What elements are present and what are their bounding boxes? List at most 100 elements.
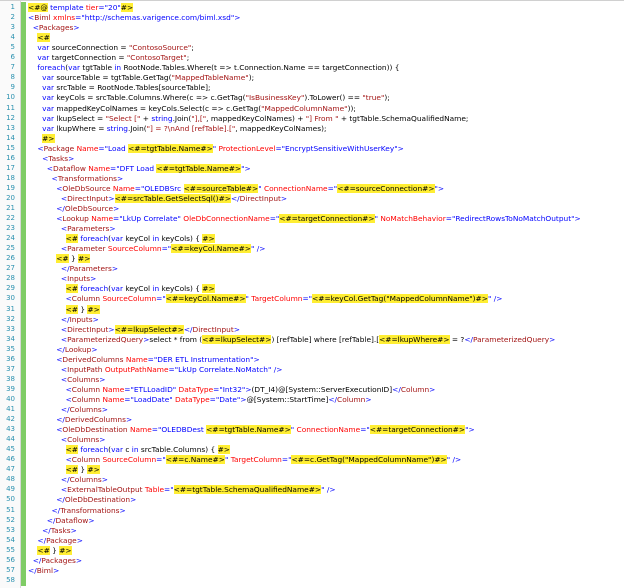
code-token: "LoadDate" (130, 394, 173, 404)
code-token: "ContosoSource" (128, 43, 192, 53)
code-token: Transformations (60, 505, 120, 515)
code-token: Columns (69, 405, 102, 414)
code-token: > (75, 555, 83, 565)
code-token: < (28, 485, 68, 495)
code-token: } (49, 545, 60, 555)
code-token: var (42, 93, 55, 103)
code-token: </ (328, 394, 338, 404)
code-token: sourceTable = tgtTable.GetTag( (54, 73, 172, 83)
code-token: "LkUp Correlate" (119, 214, 181, 224)
code-token: ConnectionName (261, 183, 328, 193)
code-token: xmlns (50, 13, 76, 23)
code-token: < (28, 153, 49, 163)
code-token: sourceConnection = (49, 43, 129, 53)
code-token: > (73, 23, 80, 33)
code-line[interactable]: 58 (0, 575, 624, 586)
code-token: "MappedColumnName" (261, 103, 348, 113)
code-token: keyCol (123, 284, 153, 294)
code-token: DerivedColumns (64, 415, 126, 425)
code-token: "OLEDBSrc (140, 183, 184, 193)
code-token: OleDbSource (62, 183, 111, 193)
code-token: </ (28, 475, 70, 485)
code-token: string (151, 113, 173, 123)
code-token: Dataflow (53, 163, 86, 173)
template-directive: #> (87, 465, 100, 475)
code-token: > (125, 415, 133, 425)
code-token: </ (28, 415, 65, 425)
code-token: > (88, 515, 95, 525)
code-token: Table (142, 485, 165, 495)
code-token: "] = ?\nAnd [refTable].[" (146, 123, 236, 133)
code-token: > (90, 274, 97, 284)
code-token: Name (100, 384, 125, 394)
code-token: /> (450, 455, 462, 465)
code-token: ExternalTableOutput (67, 485, 143, 495)
code-token: "],[" (191, 113, 207, 123)
code-token: > (574, 214, 581, 224)
code-token: </ (28, 505, 61, 515)
code-token: Column (71, 455, 101, 465)
code-token: c (123, 445, 132, 455)
code-token: > (429, 384, 436, 394)
code-token: < (28, 384, 72, 394)
template-directive: <# (65, 234, 78, 244)
code-token: mappedKeyColNames = keyCols.Select(c => … (54, 103, 262, 113)
code-token: "http://schemas.varigence.com/biml.xsd" (81, 13, 235, 23)
code-token: > (101, 475, 108, 485)
code-token: srcTable.Columns) { (138, 445, 218, 455)
code-editor[interactable]: 1 <#@ template tier="20"#> 2 <Biml xmlns="h… (0, 0, 624, 588)
code-token: < (28, 163, 53, 173)
code-token: </ (183, 324, 193, 334)
code-token: lkupSelect = (54, 113, 106, 123)
code-token: NoMatchBehavior (377, 214, 446, 224)
code-token: tier (85, 3, 99, 12)
code-token: keyCols = srcTable.Columns.Where(c => c.… (54, 93, 246, 103)
code-token: "OLEDBDest (157, 425, 207, 435)
code-token: SourceColumn (105, 244, 162, 254)
template-directive: <#=srcTable.GetSelectSql()#> (114, 193, 231, 203)
code-token: Name (100, 394, 125, 404)
code-token: var (42, 123, 55, 133)
line-number: 58 (6, 575, 15, 584)
code-token: TargetColumn (228, 455, 282, 465)
code-token: "Load (104, 143, 129, 153)
code-token: "20" (104, 3, 121, 12)
code-token: </ (28, 204, 65, 213)
code-token: var (111, 284, 124, 294)
code-token: Column (400, 384, 430, 394)
code-token: foreach (37, 63, 66, 73)
code-token: > (280, 193, 288, 203)
code-token: Packages (41, 555, 76, 565)
template-directive: #> (202, 284, 215, 294)
template-directive: <# (37, 545, 50, 555)
code-token: /> (491, 294, 503, 304)
template-directive: <#=tgtTable.Name#> (128, 143, 213, 153)
code-token: > (244, 163, 251, 173)
code-token: > (119, 505, 126, 515)
template-directive: <#=sourceTable#> (183, 183, 259, 193)
code-token: Transformations (57, 173, 117, 183)
template-directive: <#=keyCol.GetTag("MappedColumnName")#> (312, 294, 488, 304)
code-token: OleDbSource (64, 204, 114, 213)
code-token: Name (85, 163, 111, 173)
code-token: + (140, 113, 152, 123)
code-token: ConnectionName (294, 425, 361, 435)
code-token: "] From " (305, 113, 339, 123)
code-token: Column (337, 394, 366, 404)
code-token: "Int32" (219, 384, 246, 394)
code-token: OleDbConnectionName (180, 214, 270, 224)
code-token: (DT_I4)@[System::ServerExecutionID] (251, 384, 393, 394)
code-token: ; (186, 53, 190, 63)
code-token: DirectInput (192, 324, 234, 334)
code-token: "DFT Load (116, 163, 157, 173)
code-token: Name (127, 425, 152, 435)
code-token: Name (88, 214, 114, 224)
code-token: </ (28, 535, 47, 545)
